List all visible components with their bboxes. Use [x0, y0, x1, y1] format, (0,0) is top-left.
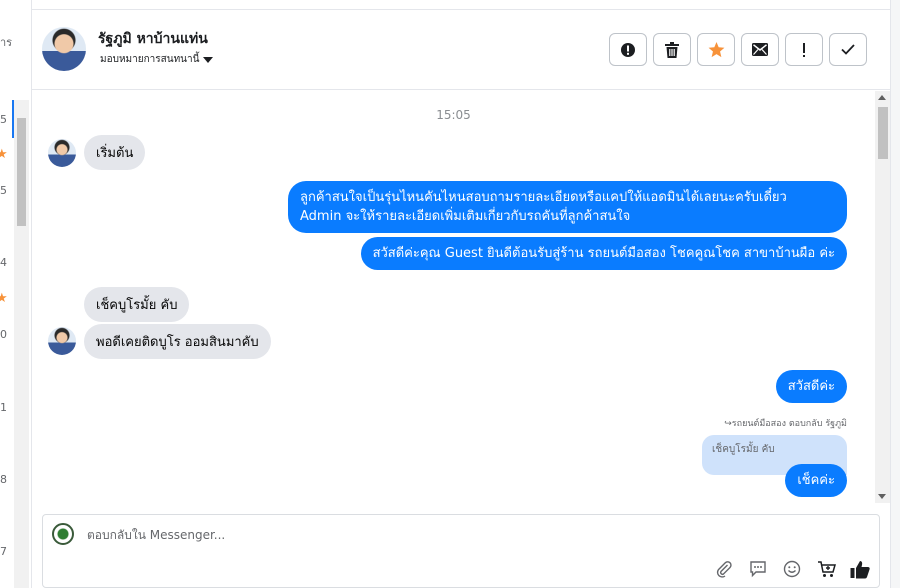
incoming-message[interactable]: เช็คบูโรมั้ย คับ [84, 287, 190, 322]
outgoing-message[interactable]: สวัสดีค่ะคุณ Guest ยินดีต้อนรับสู่ร้าน ร… [360, 237, 847, 270]
saved-replies-button[interactable] [747, 558, 769, 580]
chat-bubble-icon [750, 561, 766, 578]
shop-button[interactable] [815, 558, 837, 580]
trash-icon [665, 41, 679, 58]
messenger-inbox: าร 5 ★ 5 4 ★ 0 1 8 7 รัฐภูมิ หาบ้านแท่น … [0, 0, 900, 588]
avatar[interactable] [48, 327, 76, 355]
list-fragment: 4 [0, 256, 7, 269]
thumbs-up-icon [850, 560, 870, 578]
list-fragment: 7 [0, 545, 7, 558]
assign-label: มอบหมายการสนทนานี้ [100, 54, 200, 65]
outgoing-message[interactable]: สวัสดีค่ะ [775, 370, 847, 403]
right-panel-edge [890, 0, 900, 588]
assign-dropdown[interactable]: มอบหมายการสนทนานี้ [100, 52, 214, 67]
list-scrollbar[interactable] [14, 100, 29, 588]
incoming-message[interactable]: พอดีเคยติดบูโร ออมสินมาคับ [84, 324, 271, 359]
exclamation-icon [803, 42, 805, 57]
emoji-icon [783, 560, 801, 578]
star-icon: ★ [0, 291, 8, 306]
envelope-icon [752, 43, 768, 56]
outgoing-message[interactable]: ลูกค้าสนใจเป็นรุ่นไหนคันไหนสอบถามรายละเอ… [288, 181, 847, 233]
list-fragment: าร [0, 36, 13, 49]
star-icon [708, 41, 724, 57]
composer-actions [713, 558, 871, 580]
mark-unread-button[interactable] [741, 33, 779, 66]
list-fragment: 5 [0, 184, 7, 197]
done-button[interactable] [829, 33, 867, 66]
message-line: ลูกค้าสนใจเป็นรุ่นไหนคันไหนสอบถามรายละเอ… [300, 190, 787, 205]
avatar[interactable] [42, 27, 86, 71]
caret-down-icon [203, 56, 214, 63]
reply-arrow-icon: ↪ [724, 419, 732, 429]
reply-input[interactable] [87, 528, 687, 542]
attach-button[interactable] [713, 558, 735, 580]
message-line: Admin จะให้รายละเอียดเพิ่มเติมเกี่ยวกับร… [300, 209, 631, 224]
check-icon [841, 44, 855, 55]
outgoing-message[interactable]: เช็คค่ะ [785, 464, 847, 497]
conversation-list-edge: าร 5 ★ 5 4 ★ 0 1 8 7 [0, 0, 32, 588]
list-fragment: 8 [0, 473, 7, 486]
message-timestamp: 15:05 [436, 108, 471, 122]
list-fragment: 1 [0, 401, 7, 414]
alert-circle-icon [621, 42, 635, 57]
reply-meta-text: รถยนต์มือสอง ตอบกลับ รัฐภูมิ [731, 419, 847, 429]
list-fragment: 0 [0, 328, 7, 341]
delete-button[interactable] [653, 33, 691, 66]
star-icon: ★ [0, 147, 8, 162]
follow-up-button[interactable] [785, 33, 823, 66]
like-button[interactable] [849, 558, 871, 580]
scroll-down-icon[interactable] [878, 494, 886, 499]
header-toolbar [609, 33, 867, 66]
cart-icon [817, 561, 836, 577]
thread-scrollbar[interactable] [875, 91, 890, 503]
message-thread: 15:05 เริ่มต้น ลูกค้าสนใจเป็นรุ่นไหนคันไ… [32, 91, 875, 503]
spam-button[interactable] [609, 33, 647, 66]
scrollbar-thumb[interactable] [17, 118, 26, 226]
paperclip-icon [716, 561, 732, 578]
conversation-header: รัฐภูมิ หาบ้านแท่น มอบหมายการสนทนานี้ [32, 10, 890, 90]
reply-meta: ↪รถยนต์มือสอง ตอบกลับ รัฐภูมิ [724, 416, 847, 430]
top-divider [32, 0, 890, 10]
contact-name[interactable]: รัฐภูมิ หาบ้านแท่น [98, 28, 208, 50]
reply-composer [42, 514, 880, 588]
page-avatar [52, 523, 74, 545]
incoming-message[interactable]: เริ่มต้น [84, 135, 146, 170]
emoji-button[interactable] [781, 558, 803, 580]
avatar[interactable] [48, 139, 76, 167]
star-button[interactable] [697, 33, 735, 66]
scrollbar-thumb[interactable] [878, 107, 888, 159]
scroll-up-icon[interactable] [878, 95, 886, 100]
list-fragment: 5 [0, 113, 7, 126]
